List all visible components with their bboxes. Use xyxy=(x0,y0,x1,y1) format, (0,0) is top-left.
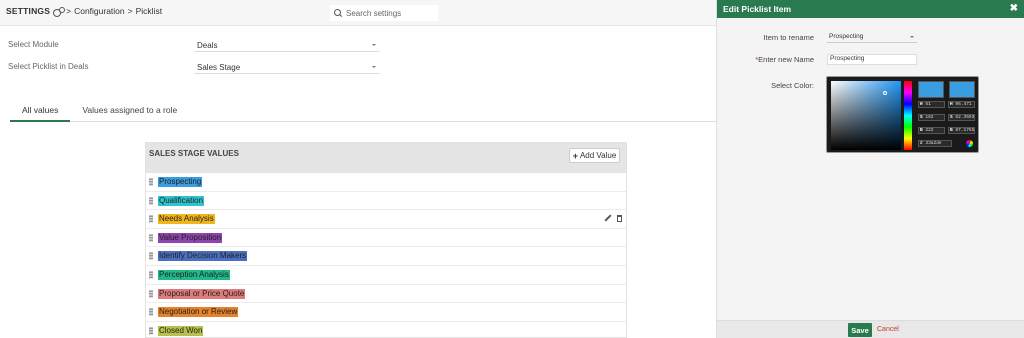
search-icon xyxy=(334,9,342,17)
value-chip: Negotiation or Review xyxy=(158,307,239,318)
color-wheel-icon[interactable] xyxy=(966,140,973,147)
new-name-label-wrap: *Enter new Name xyxy=(740,55,814,64)
top-bar: SETTINGS > Configuration > Picklist xyxy=(0,0,716,26)
drag-handle-icon[interactable] xyxy=(149,215,153,224)
drawer-header: Edit Picklist Item ✖ xyxy=(717,0,1024,18)
cancel-link[interactable]: Cancel xyxy=(877,326,899,333)
list-item[interactable]: Needs Analysis xyxy=(146,210,626,229)
new-name-label: Enter new Name xyxy=(758,55,814,64)
picker-cursor[interactable] xyxy=(883,91,887,95)
value-chip: Prospecting xyxy=(158,177,203,187)
hue-slider[interactable] xyxy=(904,81,912,150)
drag-handle-icon[interactable] xyxy=(149,196,153,205)
trash-icon[interactable] xyxy=(617,215,622,223)
chevron-down-icon xyxy=(372,66,376,68)
breadcrumb-separator: > xyxy=(127,6,133,16)
list-item[interactable]: Closed Won xyxy=(146,322,626,337)
drag-handle-icon[interactable] xyxy=(149,308,153,317)
picklist-select[interactable]: Sales Stage xyxy=(194,60,380,74)
list-item[interactable]: Perception Analysis xyxy=(146,266,626,285)
gear-icon[interactable] xyxy=(53,6,66,17)
saturation-field[interactable] xyxy=(831,81,901,150)
picklist-value: Sales Stage xyxy=(197,63,241,72)
drawer-title: Edit Picklist Item xyxy=(723,4,792,14)
module-value: Deals xyxy=(197,41,218,50)
value-chip: Proposal or Price Quote xyxy=(158,288,246,299)
saturation-value-field[interactable]: S 162 xyxy=(918,114,945,121)
close-icon[interactable]: ✖ xyxy=(1010,3,1018,14)
breadcrumb-picklist: Picklist xyxy=(135,6,163,16)
chevron-down-icon xyxy=(372,44,376,46)
drag-handle-icon[interactable] xyxy=(149,326,153,335)
breadcrumb-separator: > xyxy=(66,6,72,16)
add-value-label: Add Value xyxy=(579,151,617,160)
drag-handle-icon[interactable] xyxy=(149,252,153,261)
module-select[interactable]: Deals xyxy=(194,38,380,52)
settings-label: SETTINGS xyxy=(6,6,51,16)
list-item[interactable]: Negotiation or Review xyxy=(146,303,626,322)
saturation-percent-field[interactable]: S 62.3593 xyxy=(948,114,975,121)
search-input[interactable] xyxy=(346,8,436,18)
row-actions xyxy=(604,215,622,223)
tab-bar: All values Values assigned to a role xyxy=(10,100,716,122)
picklist-label: Select Picklist in Deals xyxy=(8,62,89,71)
drag-handle-icon[interactable] xyxy=(149,289,153,298)
pencil-icon[interactable] xyxy=(604,215,611,222)
module-label: Select Module xyxy=(8,40,59,49)
value-chip: Needs Analysis xyxy=(158,214,215,225)
color-picker: H 51 H 96.471 S 162 S 62.3593 B 222 B 87… xyxy=(826,76,979,153)
value-chip: Closed Won xyxy=(158,325,204,336)
module-row: Select Module Deals xyxy=(0,36,716,58)
values-panel: SALES STAGE VALUES + Add Value Prospecti… xyxy=(145,142,627,338)
tab-all-values[interactable]: All values xyxy=(10,100,71,122)
add-value-button[interactable]: + Add Value xyxy=(569,148,620,163)
chevron-down-icon xyxy=(910,36,914,38)
list-item[interactable]: Identify Decision Makers xyxy=(146,247,626,266)
value-chip: Value Proposition xyxy=(158,232,223,243)
hex-field[interactable]: # 33a2de xyxy=(918,140,952,147)
brightness-value-field[interactable]: B 222 xyxy=(918,127,945,134)
brightness-percent-field[interactable]: B 87.1765 xyxy=(948,127,975,134)
plus-icon: + xyxy=(572,150,578,161)
breadcrumb: SETTINGS > Configuration > Picklist xyxy=(6,6,163,17)
value-chip: Perception Analysis xyxy=(158,269,230,280)
new-color-swatch xyxy=(918,81,944,98)
tab-values-assigned-to-role[interactable]: Values assigned to a role xyxy=(70,100,189,122)
edit-drawer: Edit Picklist Item ✖ Save Cancel xyxy=(716,0,1024,338)
hue-field[interactable]: H 51 xyxy=(918,101,945,108)
current-color-swatch xyxy=(949,81,975,98)
panel-header: SALES STAGE VALUES + Add Value xyxy=(146,143,626,173)
save-button[interactable]: Save xyxy=(848,323,872,337)
hue-percent-field[interactable]: H 96.471 xyxy=(948,101,975,108)
search-box xyxy=(330,5,438,21)
drawer-footer: Save Cancel xyxy=(717,320,1024,338)
list-item[interactable]: Qualification xyxy=(146,192,626,211)
color-label: Select Color: xyxy=(771,81,814,90)
list-item[interactable]: Prospecting xyxy=(146,173,626,192)
value-chip: Identify Decision Makers xyxy=(158,251,248,262)
rename-value: Prospecting xyxy=(829,33,864,40)
picklist-row: Select Picklist in Deals Sales Stage xyxy=(0,58,716,80)
drag-handle-icon[interactable] xyxy=(149,270,153,279)
drag-handle-icon[interactable] xyxy=(149,233,153,242)
rename-label: Item to rename xyxy=(763,33,814,42)
rename-select[interactable]: Prospecting xyxy=(827,32,917,43)
new-name-input[interactable]: Prospecting xyxy=(827,54,917,65)
drag-handle-icon[interactable] xyxy=(149,178,153,186)
panel-title: SALES STAGE VALUES xyxy=(149,149,239,158)
value-list: Prospecting Qualification Needs Analysis… xyxy=(146,173,626,337)
list-item[interactable]: Value Proposition xyxy=(146,229,626,248)
value-chip: Qualification xyxy=(158,195,205,206)
breadcrumb-configuration[interactable]: Configuration xyxy=(74,6,125,16)
list-item[interactable]: Proposal or Price Quote xyxy=(146,285,626,304)
